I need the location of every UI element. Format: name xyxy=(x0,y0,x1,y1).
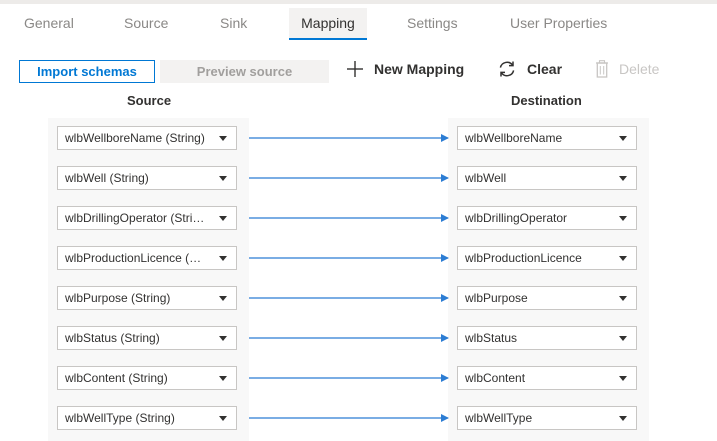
clear-button[interactable]: Clear xyxy=(497,58,562,80)
delete-label: Delete xyxy=(619,61,660,77)
caret-down-icon xyxy=(619,136,627,141)
caret-down-icon xyxy=(619,256,627,261)
source-column-select[interactable]: wlbPurpose (String) xyxy=(57,286,237,310)
import-schemas-button[interactable]: Import schemas xyxy=(19,60,155,83)
plus-icon xyxy=(346,60,364,78)
caret-down-icon xyxy=(619,376,627,381)
source-column-select[interactable]: wlbContent (String) xyxy=(57,366,237,390)
refresh-icon xyxy=(497,59,517,79)
destination-column-select[interactable]: wlbPurpose xyxy=(457,286,637,310)
tab-bar: General Source Sink Mapping Settings Use… xyxy=(0,0,717,40)
destination-column-select[interactable]: wlbWell xyxy=(457,166,637,190)
tab-mapping[interactable]: Mapping xyxy=(289,8,367,40)
new-mapping-label: New Mapping xyxy=(374,61,465,77)
source-column-select[interactable]: wlbProductionLicence (String) xyxy=(57,246,237,270)
caret-down-icon xyxy=(219,336,227,341)
caret-down-icon xyxy=(219,416,227,421)
destination-column-select[interactable]: wlbDrillingOperator xyxy=(457,206,637,230)
tab-settings[interactable]: Settings xyxy=(407,8,458,40)
source-column-select[interactable]: wlbDrillingOperator (String) xyxy=(57,206,237,230)
destination-header: Destination xyxy=(511,93,582,108)
tab-sink[interactable]: Sink xyxy=(220,8,247,40)
caret-down-icon xyxy=(219,296,227,301)
source-column-select[interactable]: wlbStatus (String) xyxy=(57,326,237,350)
caret-down-icon xyxy=(619,336,627,341)
caret-down-icon xyxy=(619,416,627,421)
delete-button[interactable]: Delete xyxy=(595,58,659,80)
caret-down-icon xyxy=(219,376,227,381)
source-column-select[interactable]: wlbWell (String) xyxy=(57,166,237,190)
caret-down-icon xyxy=(219,256,227,261)
caret-down-icon xyxy=(619,296,627,301)
destination-column-select[interactable]: wlbContent xyxy=(457,366,637,390)
source-column-select[interactable]: wlbWellboreName (String) xyxy=(57,126,237,150)
destination-column-select[interactable]: wlbProductionLicence xyxy=(457,246,637,270)
caret-down-icon xyxy=(219,216,227,221)
source-header: Source xyxy=(127,93,172,108)
source-column-select[interactable]: wlbWellType (String) xyxy=(57,406,237,430)
new-mapping-button[interactable]: New Mapping xyxy=(346,58,464,80)
trash-icon xyxy=(595,60,609,78)
preview-source-button[interactable]: Preview source xyxy=(160,60,329,83)
clear-label: Clear xyxy=(527,61,563,77)
destination-column-select[interactable]: wlbStatus xyxy=(457,326,637,350)
destination-column-select[interactable]: wlbWellboreName xyxy=(457,126,637,150)
caret-down-icon xyxy=(219,136,227,141)
caret-down-icon xyxy=(619,216,627,221)
tab-source[interactable]: Source xyxy=(124,8,168,40)
tab-general[interactable]: General xyxy=(24,8,74,40)
caret-down-icon xyxy=(619,176,627,181)
caret-down-icon xyxy=(219,176,227,181)
destination-column-select[interactable]: wlbWellType xyxy=(457,406,637,430)
tab-user-properties[interactable]: User Properties xyxy=(510,8,607,40)
